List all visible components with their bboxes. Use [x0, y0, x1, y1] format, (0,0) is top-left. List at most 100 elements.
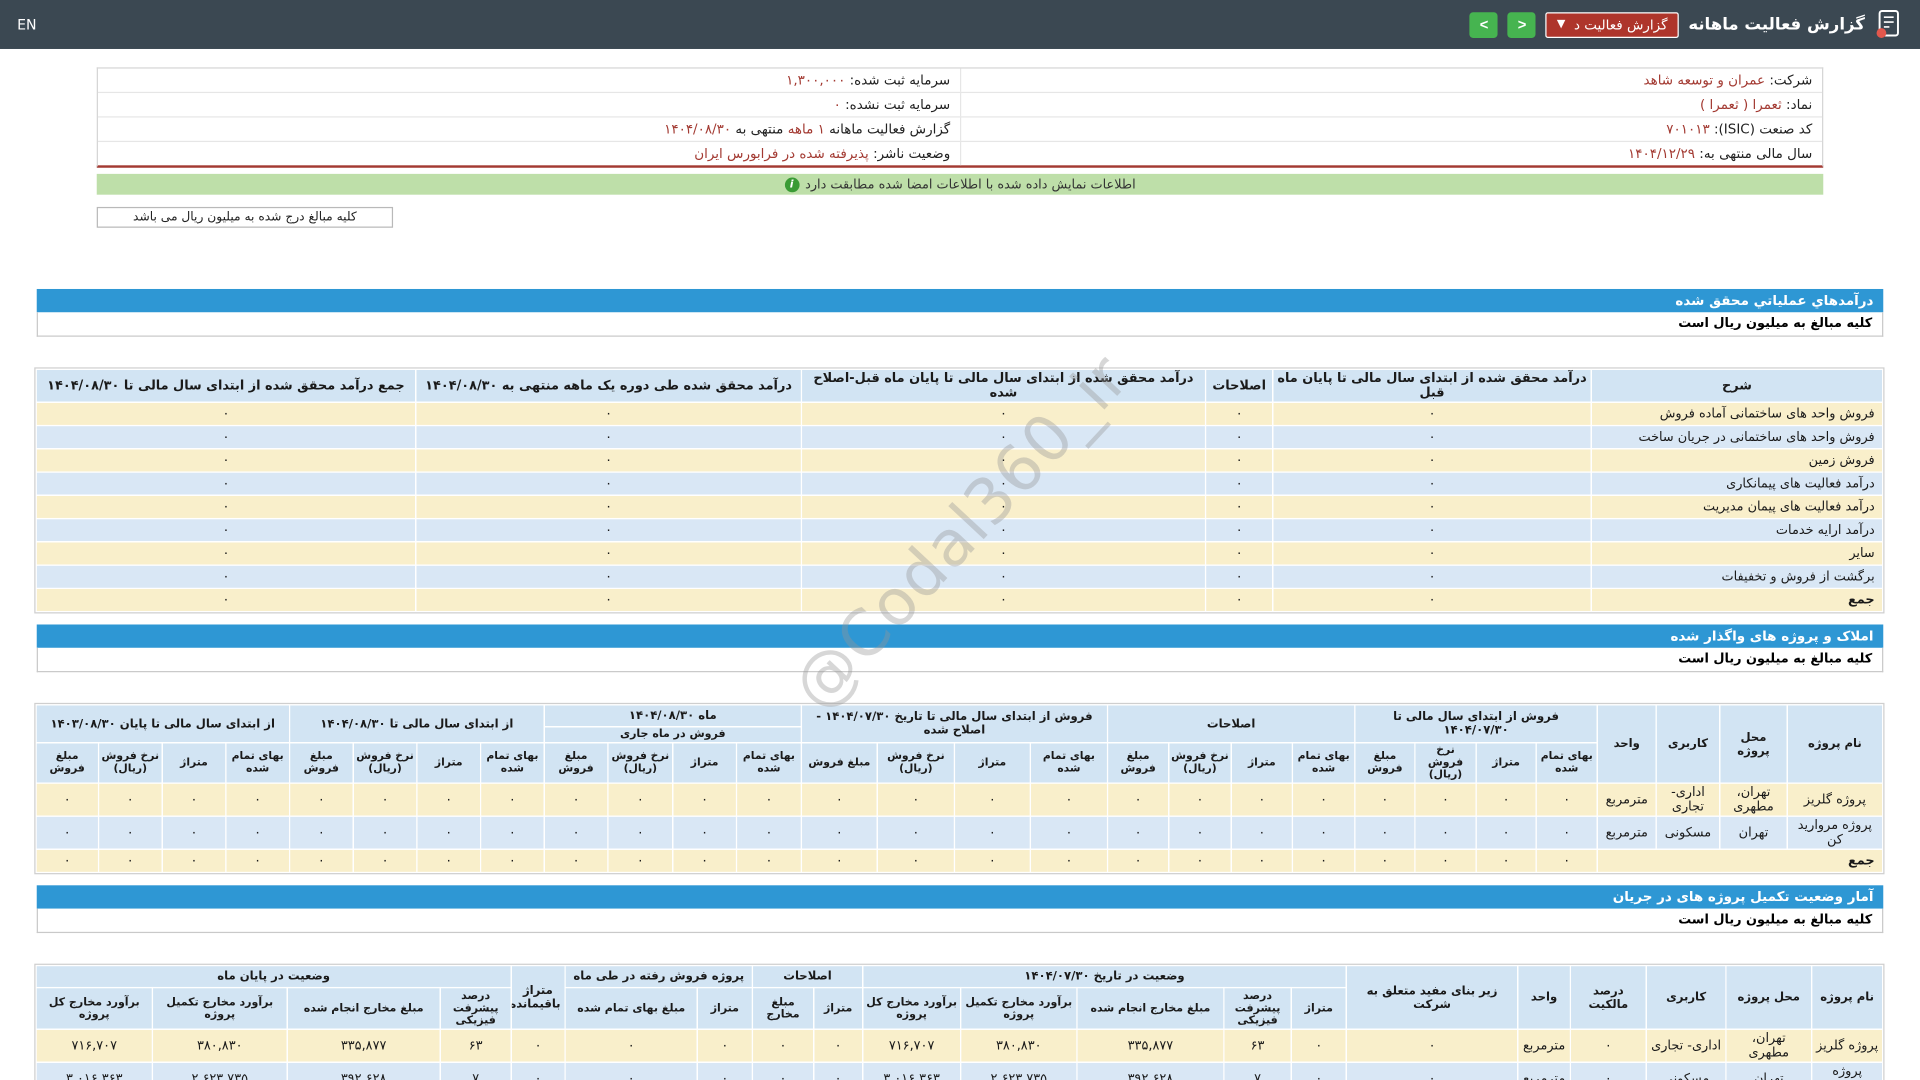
- company-info-table: شرکت: عمران و توسعه شاهد سرمایه ثبت شده:…: [97, 67, 1824, 167]
- table-header-row: نام پروژهمحل پروژهکاربریدرصد مالکیتواحدز…: [36, 966, 1883, 988]
- table-cell: ۰: [697, 1029, 752, 1062]
- table-cell: ۰: [36, 816, 98, 849]
- row-label: سایر: [1591, 542, 1882, 565]
- column-header: برآورد مخارج تکمیل پروژه: [961, 988, 1077, 1030]
- table-cell: ۰: [36, 849, 98, 872]
- table-cell: ۰: [736, 849, 801, 872]
- nav-back-button[interactable]: <: [1470, 12, 1498, 38]
- table-cell: ۰: [801, 588, 1205, 611]
- table-cell: ۰: [416, 542, 802, 565]
- column-header: نام پروژه: [1812, 966, 1883, 1030]
- table-cell: ۰: [801, 402, 1205, 425]
- table-cell: ۰: [481, 849, 545, 872]
- column-header: متراژ باقیمانده: [511, 966, 565, 1030]
- column-header: بهای تمام شده: [1292, 743, 1354, 783]
- table-cell: ۰: [511, 1062, 565, 1080]
- table-cell: ۰: [511, 1029, 565, 1062]
- column-header: نام پروژه: [1787, 705, 1883, 783]
- table-cell: ۰: [416, 519, 802, 542]
- table-cell: ۰: [98, 816, 162, 849]
- column-header: مبلغ فروش: [801, 743, 877, 783]
- report-icon[interactable]: [1875, 9, 1903, 41]
- project-unit: مترمربع: [1597, 816, 1656, 849]
- table-cell: ۰: [673, 783, 737, 816]
- section-title-transferred-properties: املاک و پروژه های واگذار شده: [37, 624, 1884, 647]
- table-cell: تهران: [1726, 1062, 1812, 1080]
- table-cell: ۰: [1476, 849, 1536, 872]
- table-cell: ۰: [1476, 783, 1536, 816]
- table-cell: ۰: [1273, 449, 1591, 472]
- table-cell: ۰: [544, 783, 608, 816]
- table-cell: ۰: [544, 849, 608, 872]
- table-cell: ۰: [226, 783, 290, 816]
- table-row: فروش واحد های ساختمانی آماده فروش۰۰۰۰۰: [36, 402, 1883, 425]
- table-cell: ۰: [1169, 783, 1231, 816]
- column-header: زیر بنای مفید متعلق به شرکت: [1346, 966, 1517, 1030]
- table-cell: ۳۹۲,۶۲۸: [1077, 1062, 1224, 1080]
- table-row: جمع۰۰۰۰۰: [36, 588, 1883, 611]
- table-cell: ۰: [736, 816, 801, 849]
- section-note: کلیه مبالغ به میلیون ریال است: [37, 909, 1884, 933]
- table-cell: ۰: [1570, 1062, 1646, 1080]
- table-cell: ۰: [801, 472, 1205, 495]
- table-cell: ۰: [1273, 495, 1591, 518]
- company-info: شرکت: عمران و توسعه شاهد: [960, 69, 1822, 92]
- page-title: گزارش فعالیت ماهانه: [1688, 15, 1865, 35]
- table-cell: ۰: [608, 783, 673, 816]
- table-cell: ۰: [1536, 783, 1597, 816]
- column-header: درصد پیشرفت فیزیکی: [1224, 988, 1291, 1030]
- column-group-header: فروش از ابتدای سال مالی تا ۱۴۰۴/۰۷/۳۰: [1355, 705, 1598, 743]
- table-row: پروژه مروارید کنتهرانمسکونی۰مترمربع۰۰۷۳۹…: [36, 1062, 1883, 1080]
- realized-revenues-table: شرحدرآمد محقق شده از ابتدای سال مالی تا …: [36, 369, 1884, 613]
- table-cell: ۶۳: [1224, 1029, 1291, 1062]
- column-header: محل پروژه: [1726, 966, 1812, 1030]
- column-group-header: اصلاحات: [1107, 705, 1354, 743]
- table-cell: ۰: [1231, 849, 1292, 872]
- info-row: کد صنعت (ISIC): ۷۰۱۰۱۳ گزارش فعالیت ماها…: [98, 118, 1822, 142]
- table-cell: ۰: [1346, 1062, 1517, 1080]
- table-cell: ۰: [162, 783, 226, 816]
- project-usage: مسکونی: [1656, 816, 1720, 849]
- section-note: کلیه مبالغ به میلیون ریال است: [37, 648, 1884, 672]
- table-cell: ۰: [801, 816, 877, 849]
- table-cell: ۰: [608, 816, 673, 849]
- column-header: برآورد مخارج تکمیل پروژه: [152, 988, 287, 1030]
- table-cell: ۰: [801, 449, 1205, 472]
- table-cell: ۰: [36, 472, 416, 495]
- table-cell: ۰: [1355, 849, 1415, 872]
- table-cell: ۰: [1415, 816, 1476, 849]
- column-header: درصد مالکیت: [1570, 966, 1646, 1030]
- table-cell: ۰: [801, 565, 1205, 588]
- row-label: درآمد فعالیت های پیمان مدیریت: [1591, 495, 1882, 518]
- table-cell: ۰: [1415, 849, 1476, 872]
- report-type-dropdown[interactable]: گزارش فعالیت د ▼: [1546, 12, 1679, 38]
- table-cell: اداری- تجاری: [1646, 1029, 1726, 1062]
- nav-forward-button[interactable]: >: [1508, 12, 1536, 38]
- language-en-link[interactable]: EN: [17, 16, 36, 33]
- table-cell: ۰: [565, 1029, 697, 1062]
- table-row: جمع۰۰۰۰۰۰۰۰۰۰۰۰۰۰۰۰۰۰۰۰۰۰۰۰: [36, 849, 1883, 872]
- section-title-realized-revenues: درآمدهاي عملياتي محقق شده: [37, 289, 1884, 312]
- column-header: برآورد مخارج کل پروژه: [36, 988, 152, 1030]
- column-group-header: از ابتدای سال مالی تا ۱۴۰۴/۰۸/۳۰: [289, 705, 544, 743]
- column-header: کاربری: [1646, 966, 1726, 1030]
- table-cell: ۰: [1291, 1029, 1346, 1062]
- table-cell: ۰: [1346, 1029, 1517, 1062]
- table-cell: ۰: [954, 783, 1030, 816]
- table-cell: ۰: [1169, 816, 1231, 849]
- table-cell: ۰: [353, 783, 417, 816]
- table-cell: ۰: [877, 849, 954, 872]
- table-cell: ۰: [417, 849, 481, 872]
- column-header: اصلاحات: [1206, 369, 1273, 402]
- table-cell: ۰: [416, 402, 802, 425]
- column-header: مبلغ فروش: [544, 743, 608, 783]
- row-label: فروش واحد های ساختمانی در جریان ساخت: [1591, 426, 1882, 449]
- table-cell: ۷: [440, 1062, 511, 1080]
- table-cell: ۰: [801, 426, 1205, 449]
- table-cell: ۰: [36, 519, 416, 542]
- table-cell: ۰: [1292, 816, 1354, 849]
- table-cell: ۰: [1107, 783, 1168, 816]
- table-cell: ۳,۰۱۶,۳۶۳: [36, 1062, 152, 1080]
- table-cell: ۰: [289, 783, 353, 816]
- column-group-header: اصلاحات: [752, 966, 862, 988]
